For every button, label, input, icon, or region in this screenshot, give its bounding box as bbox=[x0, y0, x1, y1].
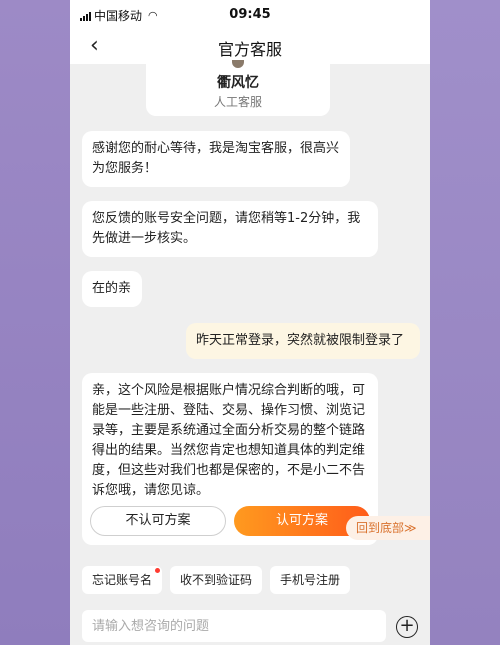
background-frame-right bbox=[430, 0, 500, 645]
message-bubble-user: 昨天正常登录，突然就被限制登录了 bbox=[186, 323, 420, 359]
input-bar: + bbox=[70, 604, 430, 645]
status-time: 09:45 bbox=[229, 7, 271, 22]
chip-label: 收不到验证码 bbox=[180, 573, 253, 587]
message-text: 您反馈的账号安全问题，请您稍等1-2分钟，我先做进一步核实。 bbox=[92, 211, 361, 246]
agent-card: 衢风忆 人工客服 bbox=[146, 60, 330, 116]
message-bubble-agent: 感谢您的耐心等待，我是淘宝客服，很高兴为您服务！ bbox=[82, 131, 350, 187]
avatar bbox=[232, 60, 244, 68]
message-text: 亲，这个风险是根据账户情况综合判断的哦，可能是一些注册、登陆、交易、操作习惯、浏… bbox=[92, 383, 366, 498]
message-text: 在的亲 bbox=[92, 281, 132, 296]
message-text: 昨天正常登录，突然就被限制登录了 bbox=[196, 333, 405, 348]
message-text: 感谢您的耐心等待，我是淘宝客服，很高兴为您服务！ bbox=[92, 141, 340, 176]
phone-screen: 中国移动 ◠ 09:45 ‹ 官方客服 衢风忆 人工客服 感谢您的耐心等待，我是… bbox=[70, 0, 430, 645]
quick-reply-chip[interactable]: 手机号注册 bbox=[270, 566, 351, 594]
quick-reply-chip[interactable]: 收不到验证码 bbox=[170, 566, 263, 594]
nav-bar: ‹ 官方客服 bbox=[70, 28, 430, 64]
notification-dot bbox=[155, 568, 161, 573]
chip-label: 手机号注册 bbox=[280, 573, 341, 587]
background-frame-left bbox=[0, 0, 70, 645]
message-input[interactable] bbox=[82, 610, 386, 642]
message-bubble-agent: 您反馈的账号安全问题，请您稍等1-2分钟，我先做进一步核实。 bbox=[82, 201, 378, 257]
chip-label: 忘记账号名 bbox=[92, 573, 153, 587]
plus-icon[interactable]: + bbox=[396, 616, 418, 638]
status-bar: 中国移动 ◠ 09:45 bbox=[70, 0, 430, 28]
back-to-bottom-button[interactable]: 回到底部≫ bbox=[346, 516, 430, 540]
quick-reply-bar: 忘记账号名 收不到验证码 手机号注册 bbox=[82, 566, 351, 594]
message-bubble-agent: 在的亲 bbox=[82, 271, 142, 307]
reject-solution-button[interactable]: 不认可方案 bbox=[90, 506, 226, 536]
quick-reply-chip[interactable]: 忘记账号名 bbox=[82, 566, 163, 594]
page-title: 官方客服 bbox=[217, 40, 282, 59]
message-bubble-agent: 亲，这个风险是根据账户情况综合判断的哦，可能是一些注册、登陆、交易、操作习惯、浏… bbox=[82, 373, 378, 545]
agent-role: 人工客服 bbox=[213, 95, 262, 109]
agent-name: 衢风忆 bbox=[217, 75, 259, 91]
